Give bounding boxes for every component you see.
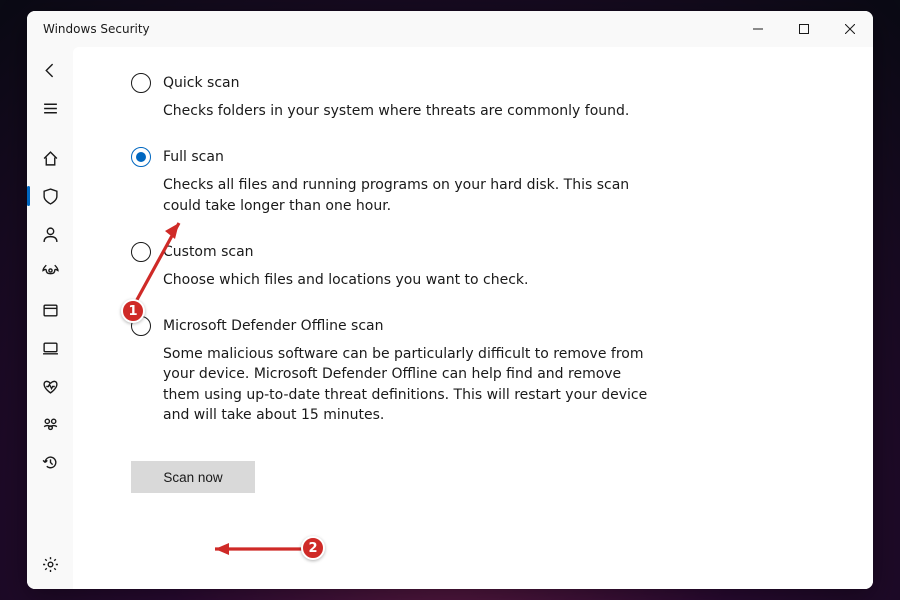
device-icon: [42, 340, 59, 357]
option-desc: Some malicious software can be particula…: [163, 344, 651, 425]
option-desc: Checks all files and running programs on…: [163, 175, 651, 216]
radio-custom[interactable]: [131, 242, 151, 262]
window-buttons: [735, 11, 873, 47]
nav-family[interactable]: [27, 405, 73, 443]
heart-icon: [42, 378, 59, 395]
option-title: Microsoft Defender Offline scan: [163, 318, 384, 334]
annotation-badge-2: 2: [301, 536, 325, 560]
maximize-button[interactable]: [781, 11, 827, 47]
app-window: Windows Security: [27, 11, 873, 589]
sidebar: [27, 47, 73, 589]
option-custom: Custom scan Choose which files and locat…: [131, 242, 651, 290]
nav-history[interactable]: [27, 443, 73, 481]
nav-protection[interactable]: [27, 177, 73, 215]
option-desc: Checks folders in your system where thre…: [163, 101, 651, 121]
account-icon: [42, 226, 59, 243]
history-icon: [42, 454, 59, 471]
nav-menu[interactable]: [27, 89, 73, 127]
option-offline: Microsoft Defender Offline scan Some mal…: [131, 316, 651, 425]
minimize-icon: [753, 24, 763, 34]
close-button[interactable]: [827, 11, 873, 47]
nav-firewall[interactable]: [27, 253, 73, 291]
gear-icon: [42, 556, 59, 573]
maximize-icon: [799, 24, 809, 34]
option-full: Full scan Checks all files and running p…: [131, 147, 651, 216]
home-icon: [42, 150, 59, 167]
nav-device-security[interactable]: [27, 329, 73, 367]
option-title: Quick scan: [163, 75, 239, 91]
firewall-icon: [42, 262, 59, 283]
nav-back[interactable]: [27, 51, 73, 89]
nav-settings[interactable]: [27, 545, 73, 583]
option-title: Full scan: [163, 149, 224, 165]
titlebar: Windows Security: [27, 11, 873, 47]
nav-performance[interactable]: [27, 367, 73, 405]
window-title: Windows Security: [43, 22, 150, 36]
option-desc: Choose which files and locations you wan…: [163, 270, 651, 290]
shield-icon: [42, 188, 59, 205]
nav-app-browser[interactable]: [27, 291, 73, 329]
nav-account[interactable]: [27, 215, 73, 253]
nav-home[interactable]: [27, 139, 73, 177]
annotation-arrow-2: [203, 539, 313, 559]
menu-icon: [42, 100, 59, 117]
family-icon: [42, 416, 59, 433]
close-icon: [845, 24, 855, 34]
option-quick: Quick scan Checks folders in your system…: [131, 73, 651, 121]
radio-quick[interactable]: [131, 73, 151, 93]
option-title: Custom scan: [163, 244, 254, 260]
app-browser-icon: [42, 302, 59, 319]
radio-offline[interactable]: [131, 316, 151, 336]
scan-now-button[interactable]: Scan now: [131, 461, 255, 493]
window-body: Quick scan Checks folders in your system…: [27, 47, 873, 589]
content-area[interactable]: Quick scan Checks folders in your system…: [73, 47, 873, 589]
minimize-button[interactable]: [735, 11, 781, 47]
radio-full[interactable]: [131, 147, 151, 167]
back-icon: [42, 62, 59, 79]
